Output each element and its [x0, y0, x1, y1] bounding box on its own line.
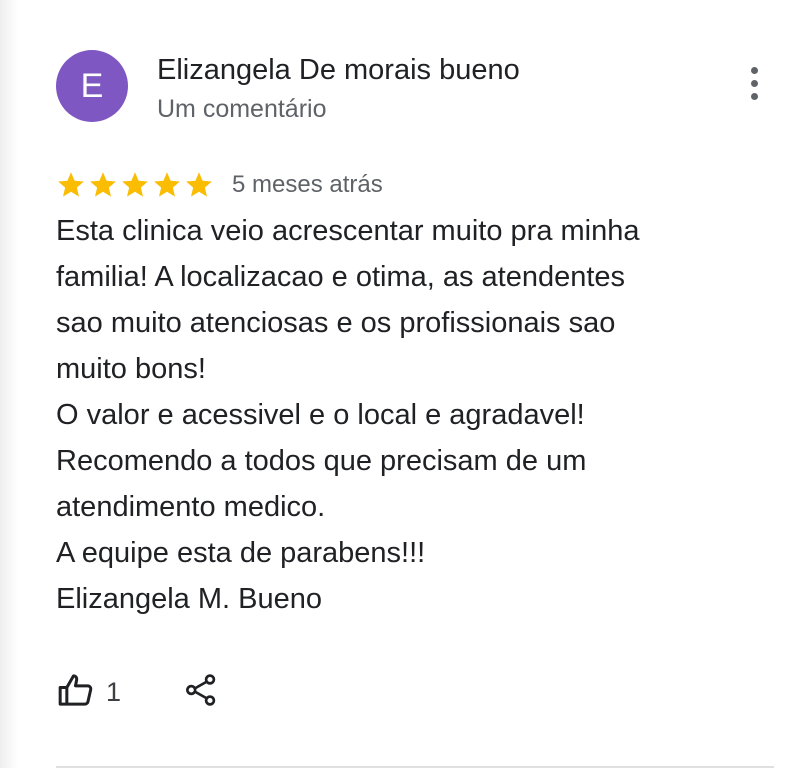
star-rating	[56, 170, 214, 200]
review-text-line: atendimento medico.	[56, 491, 326, 523]
more-vert-icon[interactable]	[740, 62, 768, 104]
side-shadow	[0, 0, 18, 768]
star-icon	[186, 172, 212, 197]
star-icon	[90, 172, 116, 197]
review-text-line: O valor e acessivel e o local e agradave…	[56, 399, 585, 431]
star-icon	[58, 172, 84, 197]
review-text-line: sao muito atenciosas e os profissionais …	[56, 307, 616, 339]
review-text-line: Elizangela M. Bueno	[56, 583, 322, 615]
more-dot	[750, 66, 758, 74]
star-icon	[154, 172, 180, 197]
review-text-line: Esta clinica veio acrescentar muito pra …	[56, 215, 640, 247]
avatar-initial: E	[80, 67, 104, 105]
share-button[interactable]	[183, 670, 219, 715]
review-actions: 1	[56, 668, 219, 716]
review-text-line: Recomendo a todos que precisam de um	[56, 445, 587, 477]
star-icon	[122, 172, 148, 197]
thumbs-up-icon	[56, 670, 96, 715]
review-text: Esta clinica veio acrescentar muito pra …	[56, 208, 756, 622]
review-text-line: familia! A localizacao e otima, as atend…	[56, 261, 626, 293]
more-dot	[750, 79, 758, 87]
share-icon	[183, 670, 219, 715]
like-button[interactable]: 1	[56, 670, 121, 715]
review-text-line: A equipe esta de parabens!!!	[56, 537, 426, 569]
review-card: E Elizangela De morais bueno Um comentár…	[0, 0, 794, 768]
rating-row: 5 meses atrás	[56, 166, 383, 204]
more-dot	[750, 92, 758, 100]
review-text-line: muito bons!	[56, 353, 206, 385]
author-name[interactable]: Elizangela De morais bueno	[157, 54, 520, 87]
like-count: 1	[106, 676, 122, 707]
avatar[interactable]: E	[56, 50, 128, 122]
review-timestamp: 5 meses atrás	[232, 171, 383, 198]
author-review-count: Um comentário	[157, 95, 327, 123]
